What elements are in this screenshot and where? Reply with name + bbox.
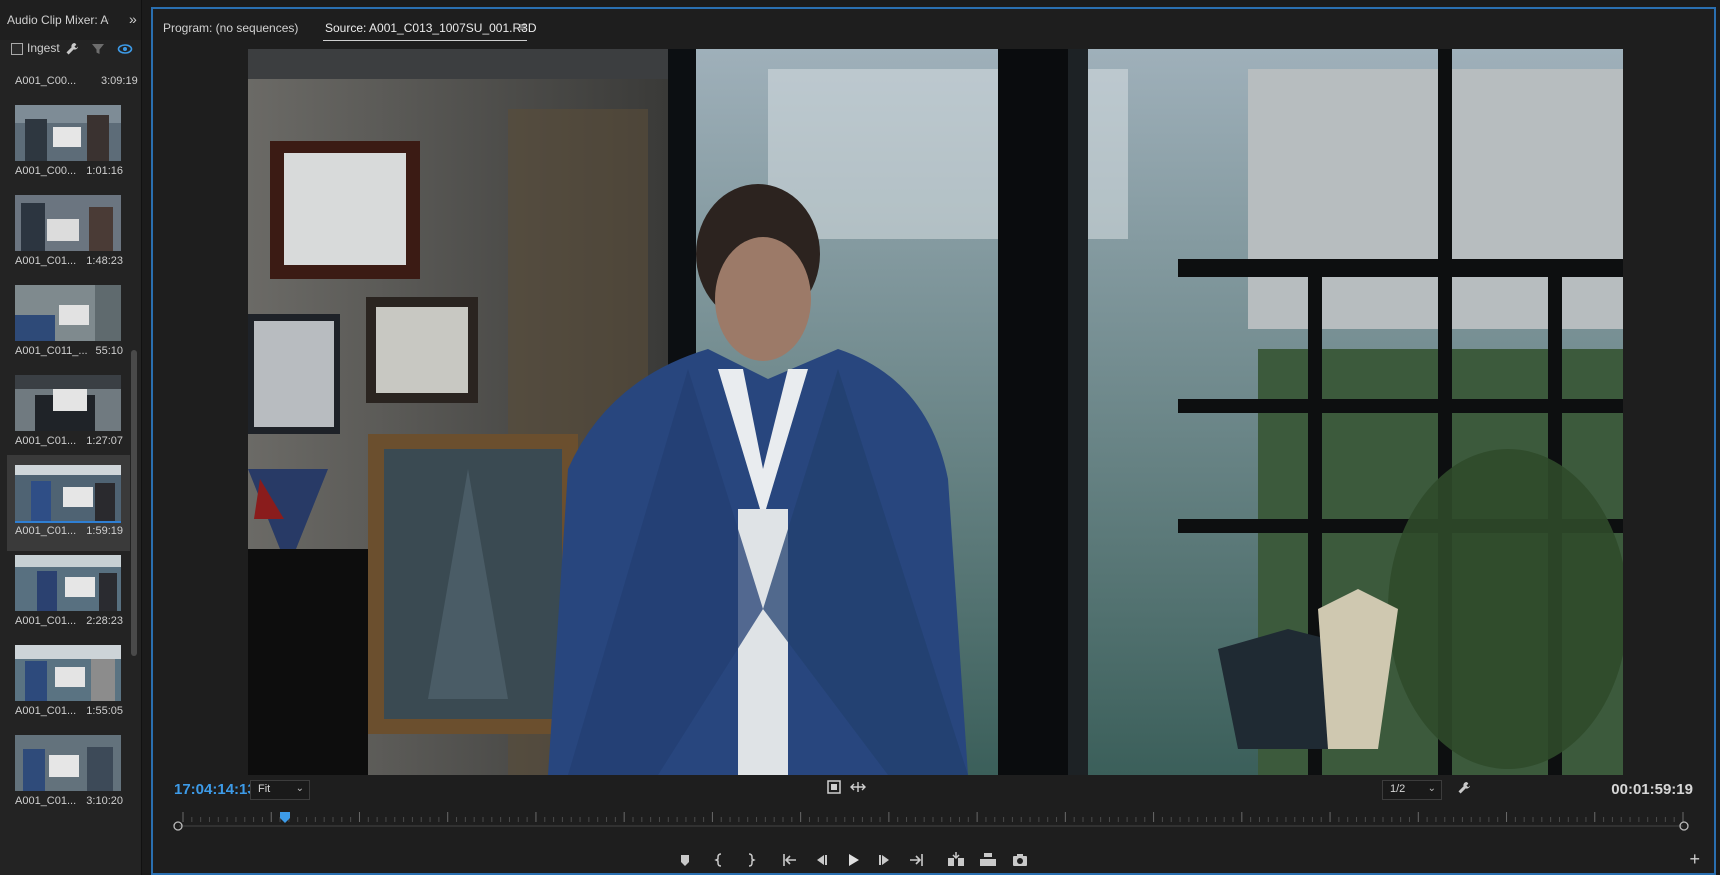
time-ruler[interactable] [173,812,1693,832]
clip-duration: 2:28:23 [86,615,123,627]
wrench-icon[interactable] [64,41,80,57]
chevron-down-icon: ⌄ [1427,783,1436,794]
clip-item[interactable]: A001_C011_... 55:10 [7,275,130,371]
clip-duration: 1:55:05 [86,705,123,717]
safe-margins-icon[interactable] [827,780,841,794]
export-frame-icon[interactable] [1010,850,1030,870]
zoom-select-value: Fit [258,783,271,795]
step-forward-icon[interactable] [875,850,895,870]
clip-duration: 1:01:16 [86,165,123,177]
hamburger-menu-icon[interactable]: ≡ [519,20,526,34]
current-timecode[interactable]: 17:04:14:13 [174,781,256,798]
clip-duration: 1:48:23 [86,255,123,267]
clip-name: A001_C01... [15,525,77,537]
clip-thumbnail[interactable] [15,285,121,341]
duration-timecode: 00:01:59:19 [1611,781,1693,798]
clip-thumbnail[interactable] [15,375,121,431]
ingest-label: Ingest [27,41,60,55]
panel-tab-title[interactable]: Audio Clip Mixer: A0 [7,13,109,27]
clip-thumbnail[interactable] [15,195,121,251]
chevron-down-icon: ⌄ [295,783,304,794]
mark-in-icon[interactable] [710,850,730,870]
filter-icon[interactable] [90,41,106,57]
clip-item[interactable]: A001_C00... 1:01:16 [7,95,130,191]
scrollbar-thumb[interactable] [131,350,137,656]
tab-source[interactable]: Source: A001_C013_1007SU_001.R3D [325,21,537,35]
active-tab-underline [323,40,527,41]
video-image [248,49,1623,775]
eye-icon[interactable] [117,41,133,57]
clip-name: A001_C01... [15,435,77,447]
clip-thumbnail[interactable] [15,645,121,701]
clip-thumbnail[interactable] [15,735,121,791]
clip-name: A001_C00... [15,75,77,87]
clip-name: A001_C00... [15,165,77,177]
ruler-ticks [182,812,1684,822]
clip-duration: 3:10:20 [86,795,123,807]
resolution-select-value: 1/2 [1390,783,1406,795]
clip-duration: 1:27:07 [86,435,123,447]
overwrite-icon[interactable] [978,850,998,870]
fit-horizontal-icon[interactable] [850,780,866,794]
clip-thumbnail[interactable] [15,555,121,611]
clip-item[interactable]: A001_C01... 3:10:20 [7,725,130,821]
ingest-checkbox[interactable] [11,43,23,55]
play-icon[interactable] [843,850,863,870]
zoom-select[interactable]: Fit ⌄ [250,780,310,800]
clip-thumbnail[interactable] [15,465,121,521]
clip-item[interactable]: A001_C01... 1:27:07 [7,365,130,461]
step-back-icon[interactable] [811,850,831,870]
clip-item-selected[interactable]: A001_C01... 1:59:19 [7,455,130,551]
source-monitor-panel: Program: (no sequences) Source: A001_C01… [151,7,1716,875]
clip-name: A001_C01... [15,795,77,807]
mark-out-icon[interactable] [740,850,760,870]
wrench-icon[interactable] [1456,780,1472,796]
clip-item[interactable]: A001_C01... 1:55:05 [7,635,130,731]
double-chevron-right-icon[interactable]: » [129,11,137,27]
video-frame [248,49,1623,775]
clip-item[interactable]: A001_C01... 1:48:23 [7,185,130,281]
clip-duration: 1:59:19 [86,525,123,537]
playback-progress-bar [15,521,121,523]
project-panel: Audio Clip Mixer: A0 » Ingest A001_C00..… [0,0,142,875]
clip-item[interactable]: A001_C01... 2:28:23 [7,545,130,641]
clip-name: A001_C01... [15,615,77,627]
clip-name: A001_C011_... [15,345,88,357]
clip-name: A001_C01... [15,705,77,717]
clip-duration: 55:10 [95,345,123,357]
tab-program[interactable]: Program: (no sequences) [163,21,298,35]
add-button-icon[interactable]: + [1689,849,1700,870]
insert-icon[interactable] [946,850,966,870]
go-to-in-icon[interactable] [780,850,800,870]
go-to-out-icon[interactable] [906,850,926,870]
add-marker-icon[interactable] [675,850,695,870]
clip-name: A001_C01... [15,255,77,267]
resolution-select[interactable]: 1/2 ⌄ [1382,780,1442,800]
panel-tab[interactable]: Audio Clip Mixer: A0 » [0,0,141,40]
clip-thumbnail[interactable] [15,105,121,161]
